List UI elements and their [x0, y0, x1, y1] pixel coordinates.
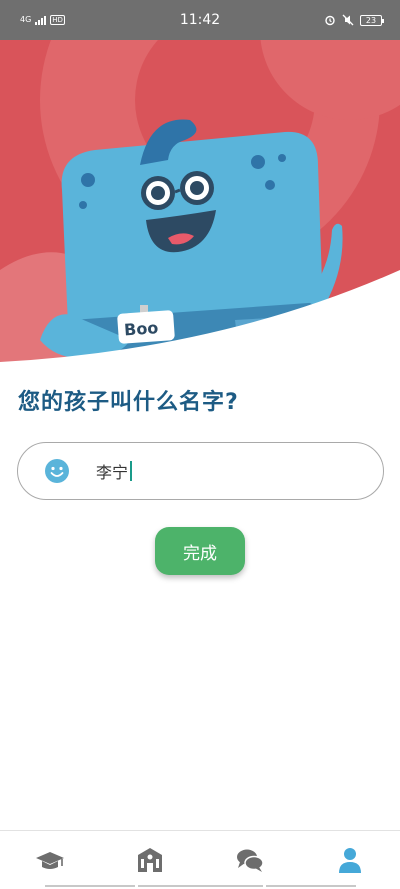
page-title: 您的孩子叫什么名字? [18, 390, 239, 415]
hero-illustration: Boo [0, 40, 400, 370]
nav-school[interactable] [100, 831, 200, 889]
network-type: 4G [20, 15, 32, 24]
status-bar: 4G HD 11:42 23 [0, 0, 400, 40]
hd-badge: HD [50, 15, 65, 25]
nav-profile[interactable] [300, 831, 400, 889]
nav-indicator [45, 885, 135, 887]
chat-bubbles-icon [237, 849, 264, 872]
signal-icon [35, 15, 47, 25]
nav-indicator [266, 885, 356, 887]
bottom-navigation [0, 830, 400, 889]
status-left: 4G HD [20, 15, 65, 25]
battery-icon: 23 [360, 14, 384, 26]
smiley-icon [45, 459, 69, 483]
nav-messages[interactable] [200, 831, 300, 889]
school-building-icon [138, 848, 162, 872]
mute-icon [342, 14, 354, 26]
graduation-cap-icon [36, 852, 64, 869]
mascot-badge-text: Boo [123, 318, 158, 339]
alarm-icon [325, 15, 335, 26]
status-right: 23 [324, 14, 384, 26]
text-caret [130, 461, 133, 481]
user-icon [339, 848, 361, 873]
done-button[interactable]: 完成 [155, 527, 245, 575]
child-name-value[interactable]: 李宁 [96, 459, 128, 483]
child-name-input[interactable]: 李宁 [17, 442, 384, 500]
nav-indicator [138, 885, 263, 887]
nav-learning[interactable] [0, 831, 100, 889]
